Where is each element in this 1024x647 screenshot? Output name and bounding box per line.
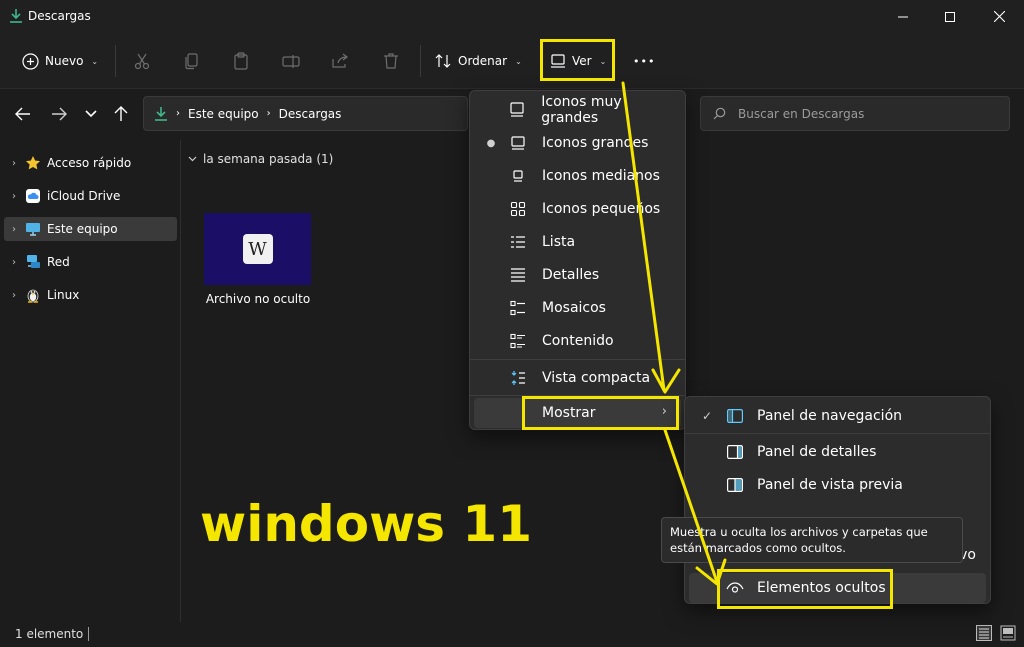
arrow-head-show [651, 368, 681, 394]
arrow-to-show [621, 81, 666, 392]
arrow-to-hidden [663, 428, 719, 584]
watermark-text: windows 11 [200, 495, 533, 553]
